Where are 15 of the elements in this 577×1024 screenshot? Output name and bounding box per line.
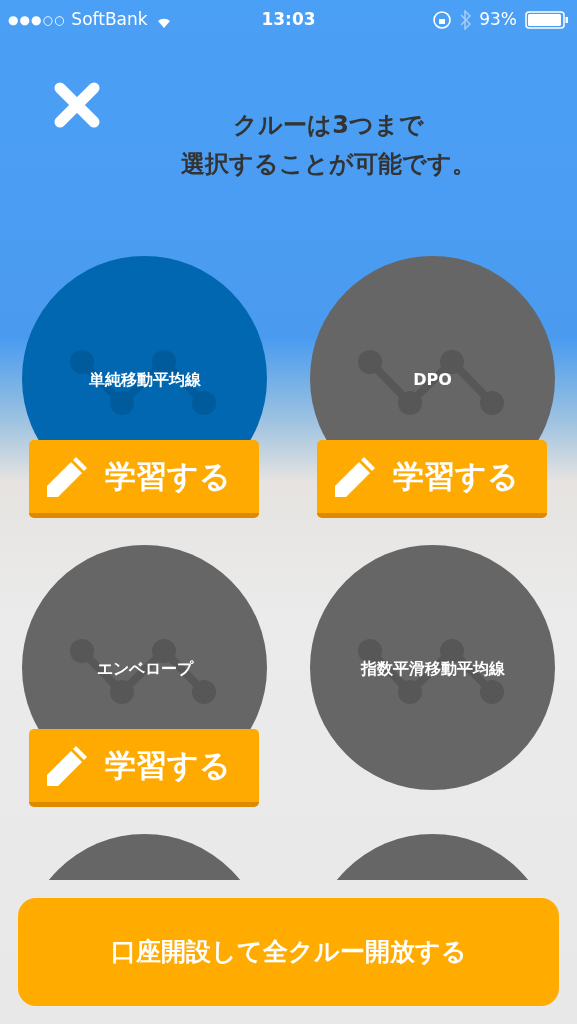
battery-icon <box>525 11 569 29</box>
close-button[interactable] <box>52 80 102 130</box>
crew-name: 指数平滑移動平均線 <box>360 658 505 680</box>
crew-name: DPO <box>413 369 452 391</box>
battery-percent: 93% <box>479 8 517 32</box>
crew-name: エンベロープ <box>96 658 193 680</box>
close-icon <box>54 82 100 128</box>
carrier-name: SoftBank <box>71 8 148 32</box>
title-line: クルーは3つまで <box>233 110 424 141</box>
status-time: 13:03 <box>261 8 316 32</box>
rotation-lock-icon <box>432 10 453 30</box>
title-line: 選択することが可能です。 <box>181 149 476 180</box>
signal-strength: ●●●○○ <box>8 12 66 29</box>
bluetooth-icon <box>460 10 472 30</box>
crew-name: 単純移動平均線 <box>88 369 201 391</box>
